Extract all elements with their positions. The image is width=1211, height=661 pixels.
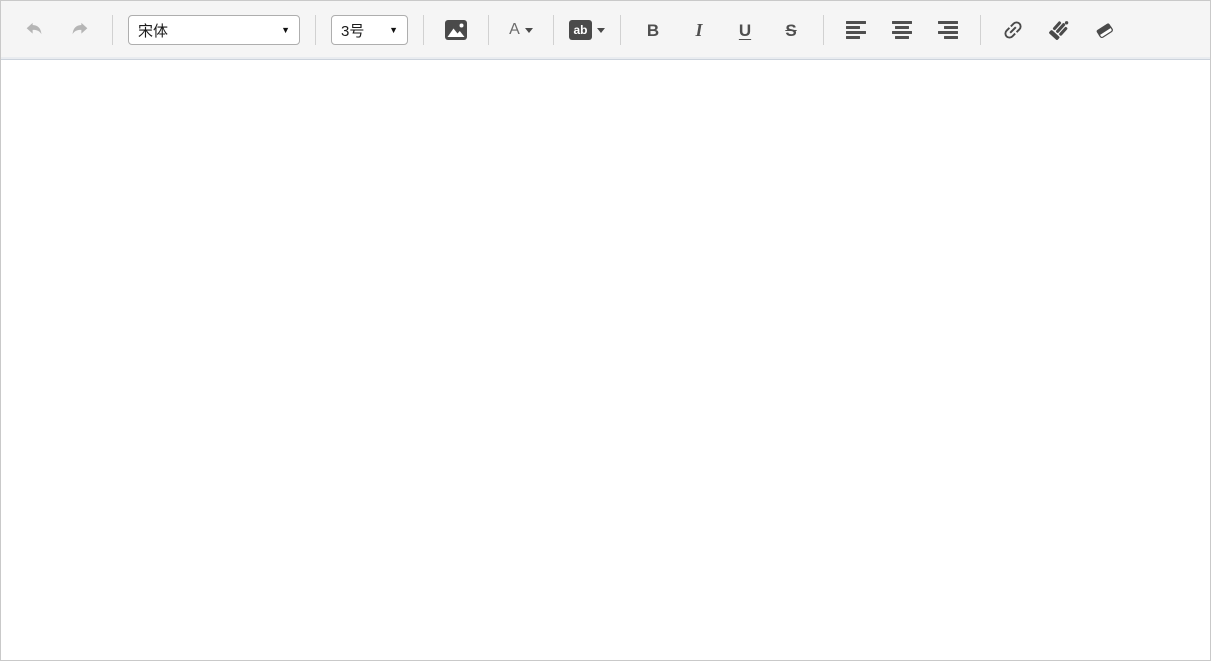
undo-button[interactable] — [17, 13, 51, 47]
brush-icon — [1047, 18, 1071, 42]
redo-icon — [69, 19, 91, 41]
align-center-button[interactable] — [885, 13, 919, 47]
font-size-value: 3号 — [341, 22, 365, 40]
toolbar-separator — [980, 15, 981, 45]
chevron-down-icon — [597, 27, 605, 33]
font-color-label: A — [509, 21, 520, 38]
toolbar-separator — [488, 15, 489, 45]
align-center-icon — [892, 21, 912, 39]
highlight-color-button[interactable]: ab — [569, 13, 605, 47]
toolbar-separator — [823, 15, 824, 45]
link-icon — [1001, 18, 1025, 42]
strikethrough-button[interactable]: S — [774, 13, 808, 47]
eraser-icon — [1093, 18, 1117, 42]
eraser-button[interactable] — [1088, 13, 1122, 47]
italic-button[interactable]: I — [682, 13, 716, 47]
image-icon — [444, 19, 468, 41]
toolbar-separator — [553, 15, 554, 45]
insert-image-button[interactable] — [439, 13, 473, 47]
underline-label: U — [738, 20, 752, 40]
chevron-down-icon — [524, 27, 533, 33]
font-family-value: 宋体 — [138, 22, 169, 40]
align-right-icon — [938, 21, 958, 39]
strikethrough-label: S — [785, 20, 797, 40]
align-left-icon — [846, 21, 866, 39]
font-family-select[interactable]: 宋体 ▼ — [128, 15, 300, 45]
highlight-icon: ab — [569, 20, 592, 40]
format-brush-button[interactable] — [1042, 13, 1076, 47]
editor-toolbar: 宋体 ▼ 3号 ▼ A ab B I U S — [1, 1, 1210, 60]
toolbar-separator — [423, 15, 424, 45]
toolbar-separator — [620, 15, 621, 45]
font-size-select[interactable]: 3号 ▼ — [331, 15, 408, 45]
toolbar-separator — [315, 15, 316, 45]
bold-button[interactable]: B — [636, 13, 670, 47]
insert-link-button[interactable] — [996, 13, 1030, 47]
editor-content-area[interactable] — [1, 60, 1210, 660]
select-arrow-icon: ▼ — [281, 25, 290, 35]
italic-label: I — [695, 20, 703, 40]
rich-text-editor: 宋体 ▼ 3号 ▼ A ab B I U S — [0, 0, 1211, 661]
select-arrow-icon: ▼ — [389, 25, 398, 35]
underline-button[interactable]: U — [728, 13, 762, 47]
font-color-button[interactable]: A — [504, 13, 538, 47]
align-right-button[interactable] — [931, 13, 965, 47]
bold-label: B — [646, 20, 660, 40]
toolbar-separator — [112, 15, 113, 45]
redo-button[interactable] — [63, 13, 97, 47]
undo-icon — [23, 19, 45, 41]
align-left-button[interactable] — [839, 13, 873, 47]
